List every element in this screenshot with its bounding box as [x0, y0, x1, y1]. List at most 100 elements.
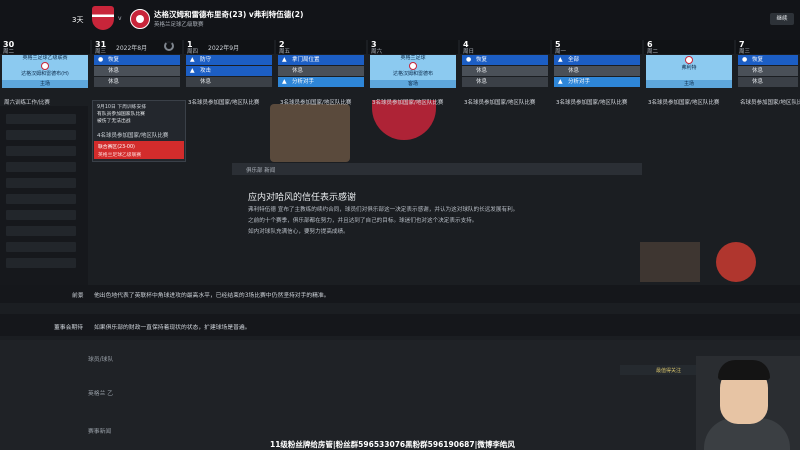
training-session[interactable]: 休息 [462, 66, 548, 76]
session-label: 攻击 [200, 68, 212, 74]
training-session[interactable]: ▲ 防守 [186, 55, 272, 65]
prospects-row: 前景 他出色地代表了英联杯中角球进攻的最高水平，已经结束的3场比赛中仍然坚持对手… [0, 285, 800, 303]
training-session[interactable]: 休息 [186, 77, 272, 87]
sidebar-item[interactable] [6, 162, 76, 172]
player-photo [270, 104, 350, 162]
session-icon: ● [98, 56, 104, 63]
day-header[interactable]: 7 周三 [736, 40, 800, 55]
calendar-day-5[interactable]: 5 周一 ▲ 全部休息 ▲ 分析对手 [552, 40, 642, 96]
session-label: 分析对手 [568, 79, 591, 85]
training-session[interactable]: ▲ 攻击 [186, 66, 272, 76]
day-note: 周六训练工作/比赛 [4, 100, 50, 106]
sidebar-item[interactable] [6, 242, 76, 252]
session-label: 休息 [568, 68, 580, 74]
match-venue: 主场 [2, 80, 88, 88]
sidebar-item[interactable] [6, 210, 76, 220]
training-session[interactable]: 休息 [278, 66, 364, 76]
session-label: 防守 [200, 57, 212, 63]
list-label: 球员/球队 [88, 357, 114, 363]
day-note: 名球员参加国家/地区队比赛 [740, 100, 800, 106]
club-crest-small-icon [716, 242, 756, 282]
continue-button[interactable]: 继续 [770, 13, 794, 25]
board-expectation-row: 董事会期待 如果俱乐部的财政一直保持着现状的状态，扩建球场是普遍。 [0, 314, 800, 336]
training-session[interactable]: ▲ 分析对手 [554, 77, 640, 87]
calendar-day-30[interactable]: 30 周二 英格兰足球乙级联赛 达格汉姆和雷德布(H) 主场 [0, 40, 90, 96]
day-header[interactable]: 30 周二 [0, 40, 90, 55]
training-session[interactable]: 休息 [94, 66, 180, 76]
sidebar-item[interactable] [6, 194, 76, 204]
match-card[interactable]: 英格兰足球乙级联赛 达格汉姆和雷德布(H) 主场 [2, 55, 88, 88]
loading-spinner-icon [164, 41, 174, 51]
day-weekday: 周一 [555, 49, 567, 55]
player-photo-small [640, 242, 700, 282]
match-venue: 客场 [370, 80, 456, 88]
day-note: 3名球员参加国家/地区队比赛 [464, 100, 536, 106]
news-paragraph: 如内对球队充满信心，要努力提高成绩。 [248, 229, 349, 235]
day-note: 3名球员参加国家/地区队比赛 [188, 100, 260, 106]
day-weekday: 周六 [371, 49, 383, 55]
vs-label: v [118, 15, 122, 22]
club-crest-background [372, 100, 436, 140]
calendar-day-6[interactable]: 6 周二 弗利特 主场 [644, 40, 734, 96]
training-session[interactable]: 休息 [94, 77, 180, 87]
home-team-crest-icon[interactable] [92, 6, 114, 30]
match-card[interactable]: 英格兰足球 达格汉姆和雷德布 客场 [370, 55, 456, 88]
day-header[interactable]: 1 周四 2022年9月 [184, 40, 274, 55]
stream-banner-text: 11级粉丝牌给房管|粉丝群596533076黑粉群596190687|微博李皓风 [270, 440, 515, 449]
session-label: 休息 [200, 79, 212, 85]
training-session[interactable]: 休息 [738, 66, 798, 76]
day-weekday: 周四 [187, 49, 199, 55]
match-competition: 英格兰足球乙级联赛 [154, 22, 204, 28]
sidebar-item[interactable] [6, 146, 76, 156]
match-competition: 英格兰足球乙级联赛 [22, 55, 68, 61]
training-session[interactable]: ● 恢复 [462, 55, 548, 65]
day-weekday: 周二 [647, 49, 659, 55]
calendar-day-4[interactable]: 4 周日 ● 恢复 休息 休息 [460, 40, 550, 96]
training-session[interactable]: ● 恢复 [738, 55, 798, 65]
popup-match-alert[interactable]: 联合赛区(23-00) 英格兰足球乙级联赛 [94, 141, 184, 159]
day-header[interactable]: 6 周二 [644, 40, 734, 55]
calendar-day-2[interactable]: 2 周五 ▲ 拿门局位置休息 ▲ 分析对手 [276, 40, 366, 96]
training-session[interactable]: ▲ 全部 [554, 55, 640, 65]
day-detail-popup[interactable]: 9月10日 下周训练安排 有队员参加国家队比赛 被伤了无法出战 4名球员参加国家… [92, 100, 186, 162]
day-header[interactable]: 2 周五 [276, 40, 366, 55]
sidebar-item[interactable] [6, 178, 76, 188]
training-session[interactable]: ▲ 拿门局位置 [278, 55, 364, 65]
calendar-day-7[interactable]: 7 周三 ● 恢复 休息 休息 [736, 40, 800, 96]
match-card[interactable]: 弗利特 主场 [646, 55, 732, 88]
ball-icon [41, 62, 49, 70]
training-session[interactable]: ▲ 分析对手 [278, 77, 364, 87]
calendar-day-3[interactable]: 3 周六 英格兰足球 达格汉姆和雷德布 客场 [368, 40, 458, 96]
training-session[interactable]: ● 恢复 [94, 55, 180, 65]
day-header[interactable]: 5 周一 [552, 40, 642, 55]
session-label: 休息 [476, 68, 488, 74]
day-header[interactable]: 3 周六 [368, 40, 458, 55]
popup-line: 有队员参加国家队比赛 [97, 112, 145, 117]
calendar-day-1[interactable]: 1 周四 2022年9月 ▲ 防守 ▲ 攻击休息 [184, 40, 274, 96]
sidebar-item[interactable] [6, 226, 76, 236]
streamer-hair [718, 360, 770, 380]
match-title[interactable]: 达格汉姆和雷德布里奇(23) v弗利特伍德(2) [154, 9, 303, 20]
training-session[interactable]: 休息 [554, 66, 640, 76]
session-label: 休息 [292, 68, 304, 74]
sidebar-item[interactable] [6, 258, 76, 268]
session-label: 分析对手 [292, 79, 315, 85]
day-weekday: 周二 [3, 49, 15, 55]
left-sidebar [0, 106, 88, 286]
ball-icon [685, 56, 693, 64]
board-label: 董事会期待 [54, 325, 83, 331]
list-label: 赛事新闻 [88, 429, 112, 435]
popup-alert-line: 联合赛区(23-00) [98, 145, 135, 150]
day-header[interactable]: 4 周日 [460, 40, 550, 55]
training-session[interactable]: 休息 [738, 77, 798, 87]
bottom-panel: 球员/球队 英格兰 乙 赛事新闻 [0, 340, 800, 450]
training-session[interactable]: 休息 [462, 77, 548, 87]
sidebar-item[interactable] [6, 114, 76, 124]
popup-line: 4名球员参加国家/地区队比赛 [97, 133, 169, 139]
sidebar-item[interactable] [6, 130, 76, 140]
ball-icon [409, 62, 417, 70]
session-icon: ● [466, 56, 472, 63]
session-label: 恢复 [752, 57, 764, 63]
match-opponent: 达格汉姆和雷德布(H) [21, 71, 69, 77]
away-team-crest-icon[interactable] [130, 9, 150, 29]
